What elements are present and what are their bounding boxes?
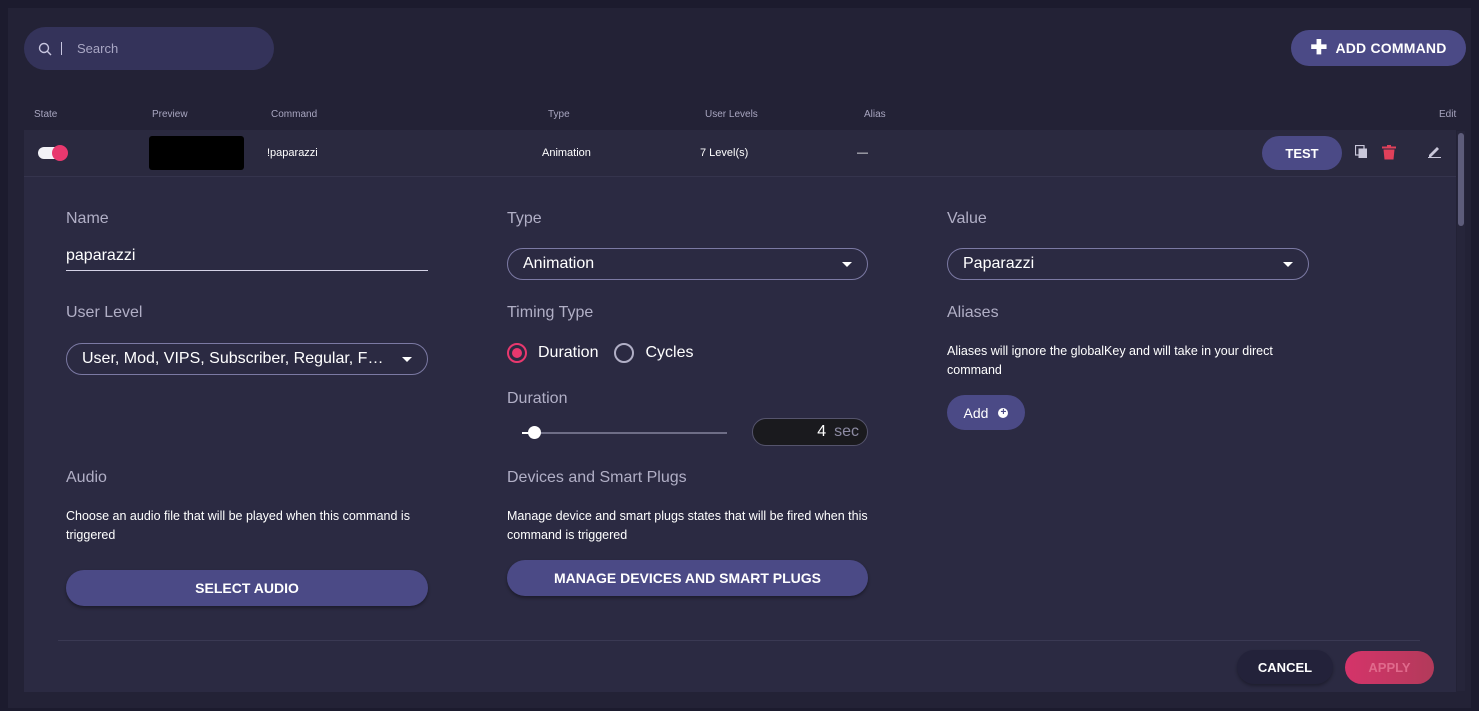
row-user-levels: 7 Level(s) <box>700 147 749 159</box>
state-toggle[interactable] <box>38 145 68 161</box>
cancel-button[interactable]: CANCEL <box>1237 650 1333 684</box>
type-select[interactable]: Animation <box>507 248 868 280</box>
chevron-down-icon <box>1283 261 1293 267</box>
timing-type-label: Timing Type <box>507 304 594 321</box>
add-alias-button[interactable]: Add + <box>947 395 1025 430</box>
column-header-command: Command <box>271 109 318 120</box>
table-row: !paparazzi Animation 7 Level(s) — TEST <box>24 130 1456 177</box>
duration-input[interactable]: 4 sec <box>752 418 868 446</box>
duration-label: Duration <box>507 390 568 407</box>
add-alias-label: Add <box>963 404 989 421</box>
slider-thumb[interactable] <box>528 426 542 439</box>
scrollbar[interactable] <box>1457 131 1465 691</box>
column-header-state: State <box>34 109 58 120</box>
chevron-down-icon <box>842 261 852 267</box>
row-command: !paparazzi <box>267 147 318 159</box>
value-select-value: Paparazzi <box>963 255 1035 272</box>
column-header-user-levels: User Levels <box>705 109 758 120</box>
command-editor-panel: Name paparazzi Type Animation Value Papa… <box>24 177 1456 692</box>
radio-cycles[interactable] <box>614 343 635 363</box>
chevron-down-icon <box>402 356 412 362</box>
plus-icon: ✚ <box>1310 37 1328 59</box>
row-alias: — <box>857 147 868 159</box>
radio-duration-label: Duration <box>538 344 599 361</box>
duration-value: 4 <box>817 423 827 440</box>
preview-thumbnail <box>149 136 244 170</box>
copy-icon[interactable] <box>1354 144 1368 164</box>
name-label: Name <box>66 210 109 227</box>
audio-label: Audio <box>66 469 107 486</box>
apply-button[interactable]: APPLY <box>1345 651 1434 684</box>
duration-slider[interactable] <box>522 426 727 439</box>
devices-help-text: Manage device and smart plugs states tha… <box>507 509 868 542</box>
value-select[interactable]: Paparazzi <box>947 248 1309 280</box>
column-header-type: Type <box>548 109 570 120</box>
devices-label: Devices and Smart Plugs <box>507 469 687 486</box>
column-header-edit: Edit <box>1439 109 1457 120</box>
duration-unit: sec <box>834 423 859 440</box>
aliases-help-text: Aliases will ignore the globalKey and wi… <box>947 344 1273 377</box>
text-caret <box>61 42 62 55</box>
value-label: Value <box>947 210 987 227</box>
radio-duration[interactable] <box>507 343 527 363</box>
row-type: Animation <box>542 147 591 159</box>
user-level-label: User Level <box>66 304 143 321</box>
scrollbar-thumb[interactable] <box>1458 133 1464 226</box>
manage-devices-button[interactable]: MANAGE DEVICES AND SMART PLUGS <box>507 560 868 596</box>
test-button[interactable]: TEST <box>1262 136 1342 170</box>
user-level-select[interactable]: User, Mod, VIPS, Subscriber, Regular, Fo… <box>66 343 428 375</box>
type-select-value: Animation <box>523 255 595 272</box>
divider <box>58 640 1420 641</box>
delete-icon[interactable] <box>1382 145 1396 165</box>
plus-circle-icon: + <box>998 407 1009 418</box>
user-level-select-value: User, Mod, VIPS, Subscriber, Regular, Fo… <box>82 350 392 367</box>
aliases-label: Aliases <box>947 304 999 321</box>
radio-dot <box>512 348 522 358</box>
name-field[interactable]: paparazzi <box>66 247 428 271</box>
search-bar[interactable]: Search <box>24 27 274 70</box>
toggle-knob <box>52 145 68 161</box>
search-icon <box>38 42 52 55</box>
timing-type-radio-group: Duration Cycles <box>507 343 694 363</box>
column-header-preview: Preview <box>152 109 188 120</box>
type-label: Type <box>507 210 542 227</box>
edit-icon[interactable] <box>1428 145 1441 163</box>
search-input[interactable]: Search <box>77 41 118 56</box>
add-command-label: ADD COMMAND <box>1335 40 1447 56</box>
add-command-button[interactable]: ✚ ADD COMMAND <box>1291 30 1466 66</box>
radio-cycles-label: Cycles <box>645 344 694 361</box>
column-header-alias: Alias <box>864 109 886 120</box>
select-audio-button[interactable]: SELECT AUDIO <box>66 570 428 606</box>
audio-help-text: Choose an audio file that will be played… <box>66 509 410 542</box>
